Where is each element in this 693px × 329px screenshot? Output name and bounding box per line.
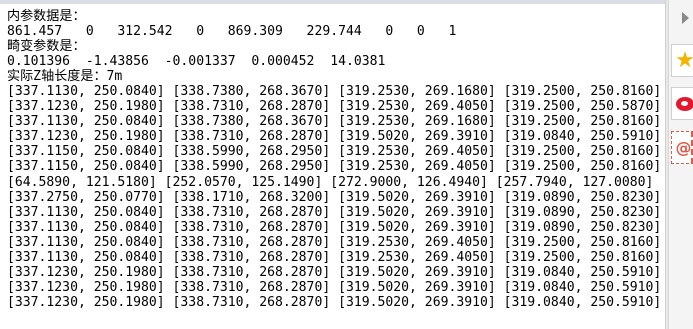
weibo-icon — [676, 96, 693, 111]
arrow-right-icon — [682, 12, 689, 24]
share-sidebar: ★ @ — [668, 0, 693, 329]
favorite-button[interactable]: ★ — [671, 44, 693, 77]
console-line: [64.5890, 121.5180] [252.0570, 125.1490]… — [7, 174, 654, 190]
collapse-sidebar-button[interactable] — [671, 6, 693, 30]
star-icon: ★ — [675, 47, 693, 73]
console-line: 畸变参数是： — [7, 39, 86, 55]
console-line: [337.1130, 250.0840] [338.7310, 268.2870… — [7, 249, 662, 265]
console-line: 实际Z轴长度是：7m — [7, 69, 123, 85]
console-line: [337.1230, 250.1980] [338.7310, 268.2870… — [7, 264, 662, 280]
console-text: 内参数据是： 861.457 0 312.542 0 869.309 229.7… — [7, 9, 661, 310]
mail-icon: @ — [675, 138, 692, 157]
share-email-button[interactable]: @ — [671, 131, 693, 164]
console-line: [337.1230, 250.1980] [338.7310, 268.2870… — [7, 129, 662, 145]
console-line: [337.1130, 250.0840] [338.7310, 268.2870… — [7, 234, 662, 250]
console-line: [337.1150, 250.0840] [338.5990, 268.2950… — [7, 144, 662, 160]
console-output-area[interactable]: 内参数据是： 861.457 0 312.542 0 869.309 229.7… — [0, 4, 665, 329]
console-line: [337.1130, 250.0840] [338.7380, 268.3670… — [7, 114, 662, 130]
console-line: 861.457 0 312.542 0 869.309 229.744 0 0 … — [7, 24, 457, 40]
console-line: 0.101396 -1.43856 -0.001337 0.000452 14.… — [7, 54, 386, 70]
console-line: [337.1130, 250.0840] [338.7310, 268.2870… — [7, 204, 662, 220]
console-line: [337.1230, 250.1980] [338.7310, 268.2870… — [7, 279, 662, 295]
share-weibo-button[interactable] — [671, 87, 693, 120]
console-line: 内参数据是： — [7, 9, 86, 24]
app-window: 内参数据是： 861.457 0 312.542 0 869.309 229.7… — [0, 0, 693, 329]
console-line: [337.1130, 250.0840] [338.7310, 268.2870… — [7, 219, 662, 235]
console-line: [337.2750, 250.0770] [338.1710, 268.3200… — [7, 189, 662, 205]
console-line: [337.1230, 250.1980] [338.7310, 268.2870… — [7, 99, 662, 115]
console-line: [337.1150, 250.0840] [338.5990, 268.2950… — [7, 159, 662, 175]
console-line: [337.1130, 250.0840] [338.7380, 268.3670… — [7, 84, 662, 100]
console-line: [337.1230, 250.1980] [338.7310, 268.2870… — [7, 294, 662, 310]
